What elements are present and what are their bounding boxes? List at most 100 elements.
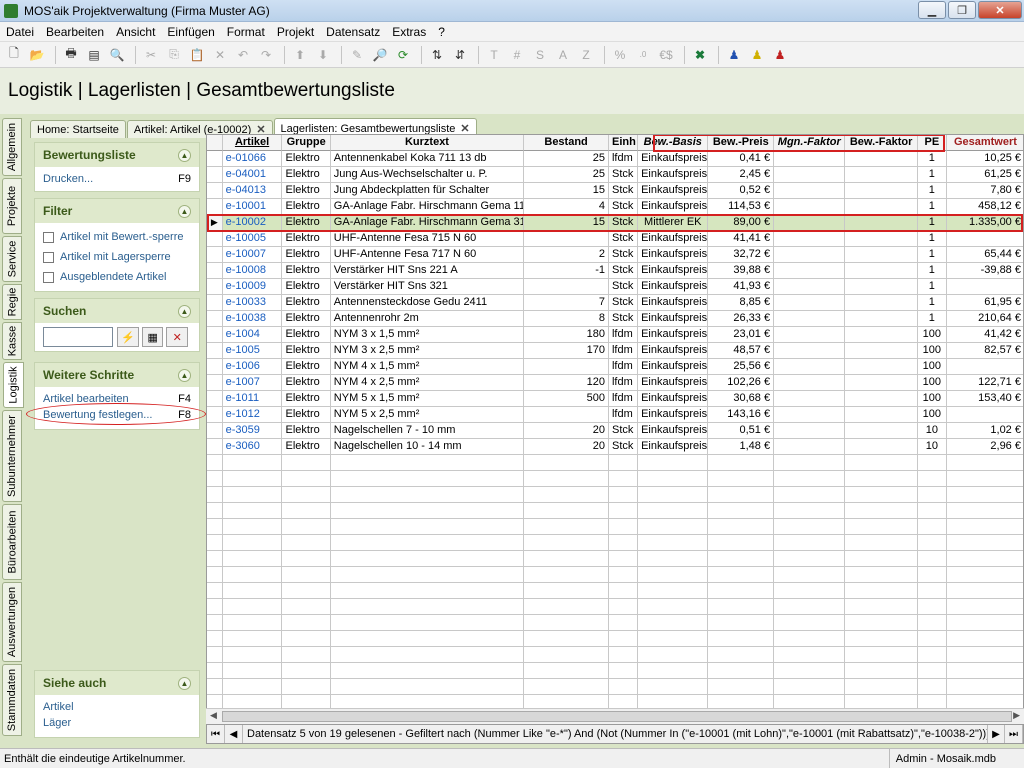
table-row[interactable]: e-3059 Elektro Nagelschellen 7 - 10 mm 20 St… (207, 423, 1023, 439)
cell-einh[interactable]: Stck (608, 311, 639, 327)
filter-clear-icon[interactable]: ✕ (166, 327, 188, 347)
cell-bew-basis[interactable]: Einkaufspreis (638, 295, 709, 311)
cell-einh[interactable]: Stck (608, 199, 639, 215)
cell-bestand[interactable]: 20 (524, 439, 609, 455)
arrow-up-icon[interactable]: ⬆ (290, 45, 310, 65)
cell-mgn-faktor[interactable] (774, 439, 846, 455)
cell-gesamtwert[interactable]: 122,71 € (946, 375, 1023, 391)
table-row[interactable]: e-1004 Elektro NYM 3 x 1,5 mm² 180 lfdm Einka… (207, 327, 1023, 343)
cell-bew-basis[interactable]: Mittlerer EK (638, 215, 709, 231)
cell-pe[interactable]: 1 (917, 279, 947, 295)
collapse-icon[interactable]: ▲ (178, 304, 191, 318)
cell-bew-preis[interactable]: 0,52 € (708, 183, 775, 199)
cell-artikel[interactable]: e-10005 (222, 231, 283, 247)
minimize-button[interactable]: ▁ (918, 1, 946, 19)
cell-bew-preis[interactable]: 143,16 € (708, 407, 775, 423)
filter-list-icon[interactable]: ▦ (141, 327, 164, 347)
filter-lagersperre[interactable]: Artikel mit Lagersperre (35, 247, 199, 267)
refresh-icon[interactable]: ⟳ (393, 45, 413, 65)
cell-bew-faktor[interactable] (845, 343, 918, 359)
scroll-left-icon[interactable]: ◀ (210, 710, 217, 721)
cell-artikel[interactable]: e-1004 (222, 327, 283, 343)
cell-mgn-faktor[interactable] (774, 375, 846, 391)
cell-bestand[interactable]: 15 (524, 183, 609, 199)
cell-bew-faktor[interactable] (845, 295, 918, 311)
cell-gesamtwert[interactable]: 1,02 € (946, 423, 1023, 439)
prev-record-icon[interactable]: ◀ (225, 725, 243, 743)
cell-artikel[interactable]: e-10038 (222, 311, 283, 327)
cell-bestand[interactable]: -1 (524, 263, 609, 279)
col-header-bew-basis[interactable]: Bew.-Basis (638, 135, 709, 151)
cell-bew-basis[interactable]: Einkaufspreis (638, 263, 709, 279)
cell-gruppe[interactable]: Elektro (282, 247, 331, 263)
excel-icon[interactable]: ✖ (690, 45, 710, 65)
cell-artikel[interactable]: e-1005 (222, 343, 283, 359)
menu-einfuegen[interactable]: Einfügen (161, 25, 220, 39)
row-selector[interactable] (207, 199, 223, 215)
sum-icon[interactable]: S (530, 45, 550, 65)
cell-gruppe[interactable]: Elektro (282, 199, 331, 215)
cell-gruppe[interactable]: Elektro (282, 327, 331, 343)
cell-bew-faktor[interactable] (845, 407, 918, 423)
collapse-icon[interactable]: ▲ (178, 204, 191, 218)
cell-bew-faktor[interactable] (845, 439, 918, 455)
cell-bestand[interactable] (524, 359, 609, 375)
scroll-thumb[interactable] (222, 711, 1012, 722)
user-blue-icon[interactable]: ♟ (724, 45, 744, 65)
cell-kurztext[interactable]: NYM 5 x 1,5 mm² (330, 391, 525, 407)
cell-bew-faktor[interactable] (845, 423, 918, 439)
table-row[interactable]: e-10033 Elektro Antennensteckdose Gedu 241… (207, 295, 1023, 311)
cell-bew-basis[interactable]: Einkaufspreis (638, 247, 709, 263)
cell-bew-basis[interactable]: Einkaufspreis (638, 327, 709, 343)
cell-bestand[interactable]: 7 (524, 295, 609, 311)
horizontal-scrollbar[interactable]: ◀ ▶ (206, 708, 1024, 724)
cell-bew-preis[interactable]: 25,56 € (708, 359, 775, 375)
cell-bew-preis[interactable]: 41,93 € (708, 279, 775, 295)
table-row[interactable]: e-10005 Elektro UHF-Antenne Fesa 715 N 60 S… (207, 231, 1023, 247)
row-selector[interactable] (207, 359, 223, 375)
cell-kurztext[interactable]: Antennenkabel Koka 711 13 db (330, 151, 525, 167)
col-header-gruppe[interactable]: Gruppe (282, 135, 331, 151)
cell-bew-basis[interactable]: Einkaufspreis (638, 375, 709, 391)
row-selector[interactable]: ▶ (207, 215, 223, 231)
row-selector[interactable] (207, 295, 223, 311)
cell-gruppe[interactable]: Elektro (282, 343, 331, 359)
cell-gruppe[interactable]: Elektro (282, 423, 331, 439)
cell-artikel[interactable]: e-10009 (222, 279, 283, 295)
cell-kurztext[interactable]: GA-Anlage Fabr. Hirschmann Gema 11 (330, 199, 525, 215)
cell-pe[interactable]: 100 (917, 391, 947, 407)
col-header-bew-faktor[interactable]: Bew.-Faktor (845, 135, 918, 151)
cell-pe[interactable]: 1 (917, 295, 947, 311)
cell-bew-faktor[interactable] (845, 327, 918, 343)
cell-pe[interactable]: 100 (917, 359, 947, 375)
cell-pe[interactable]: 1 (917, 311, 947, 327)
user-red-icon[interactable]: ♟ (770, 45, 790, 65)
maximize-button[interactable]: ❐ (948, 1, 976, 19)
cell-artikel[interactable]: e-10008 (222, 263, 283, 279)
cell-bew-basis[interactable]: Einkaufspreis (638, 407, 709, 423)
cell-bew-preis[interactable]: 41,41 € (708, 231, 775, 247)
tab-startseite[interactable]: Home: Startseite (30, 120, 126, 138)
cell-einh[interactable]: lfdm (608, 407, 639, 423)
cell-einh[interactable]: lfdm (608, 151, 639, 167)
cell-gruppe[interactable]: Elektro (282, 231, 331, 247)
user-yellow-icon[interactable]: ♟ (747, 45, 767, 65)
cell-bew-faktor[interactable] (845, 215, 918, 231)
avg-icon[interactable]: A (553, 45, 573, 65)
cell-bestand[interactable]: 170 (524, 343, 609, 359)
percent-icon[interactable]: % (610, 45, 630, 65)
row-selector[interactable] (207, 423, 223, 439)
cell-bestand[interactable]: 25 (524, 151, 609, 167)
vtab-bueroarbeiten[interactable]: Büroarbeiten (2, 504, 22, 580)
cell-gruppe[interactable]: Elektro (282, 439, 331, 455)
table-row[interactable]: e-1011 Elektro NYM 5 x 1,5 mm² 500 lfdm Einka… (207, 391, 1023, 407)
cell-bew-faktor[interactable] (845, 167, 918, 183)
cell-bestand[interactable]: 4 (524, 199, 609, 215)
cell-mgn-faktor[interactable] (774, 215, 846, 231)
menu-datei[interactable]: Datei (0, 25, 40, 39)
cell-kurztext[interactable]: Jung Abdeckplatten für Schalter (330, 183, 525, 199)
cell-bew-preis[interactable]: 26,33 € (708, 311, 775, 327)
vtab-allgemein[interactable]: Allgemein (2, 118, 22, 176)
cell-bew-preis[interactable]: 48,57 € (708, 343, 775, 359)
cell-artikel[interactable]: e-1012 (222, 407, 283, 423)
